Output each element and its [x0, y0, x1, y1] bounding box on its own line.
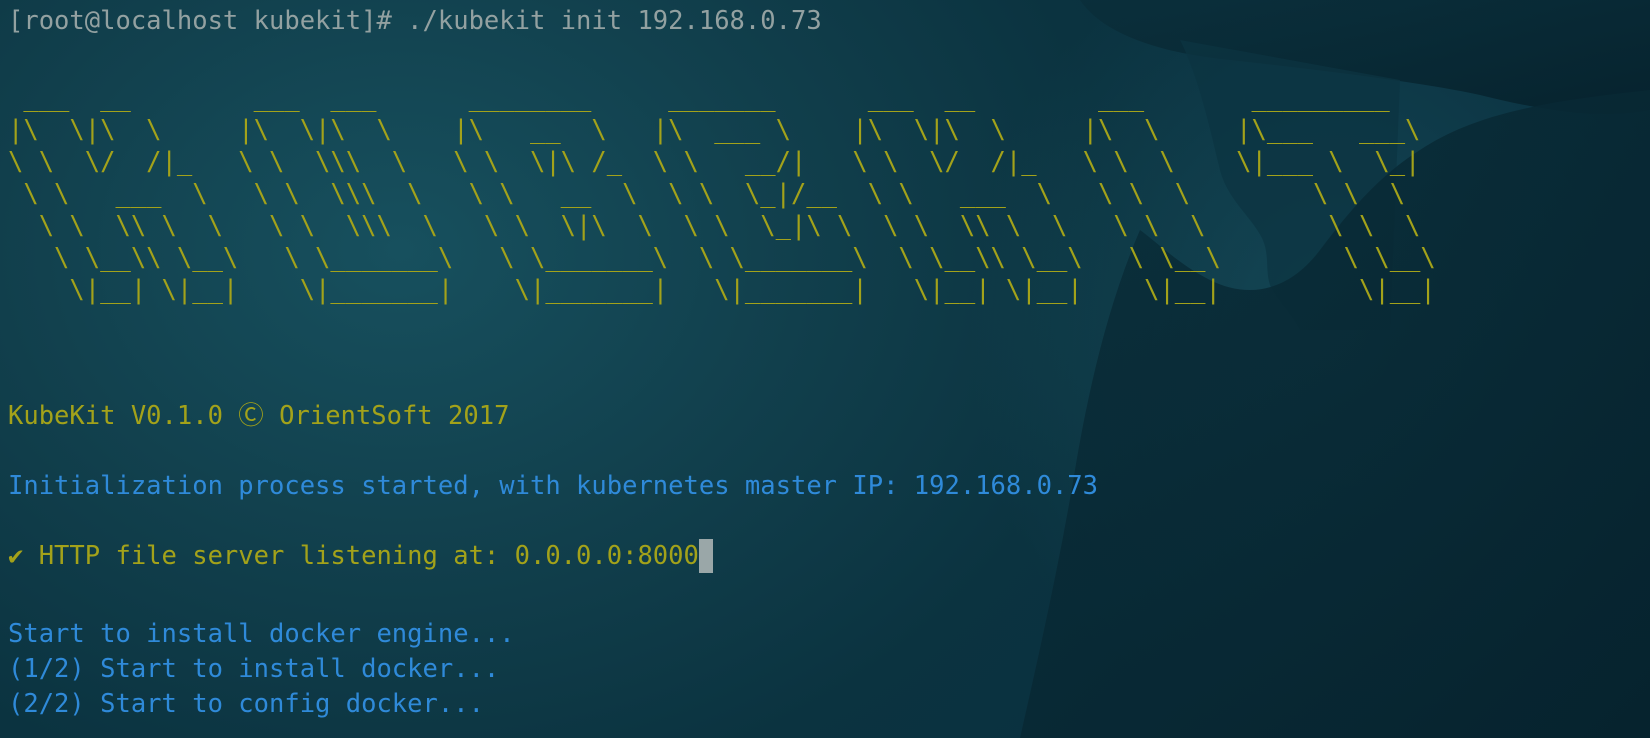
server-status-line: ✔ HTTP file server listening at: 0.0.0.0…: [8, 539, 713, 573]
banner-line: |\ \|\ \ |\ \|\ \ |\ __ \ |\ ___ \ |\ \|…: [8, 115, 1421, 145]
banner-line: \ \ \/ /|_ \ \ \\\ \ \ \ \|\ /_ \ \ __/|…: [8, 147, 1421, 177]
text-cursor: [698, 539, 713, 573]
init-message-line: Initialization process started, with kub…: [8, 471, 1099, 501]
banner-line: \|__| \|__| \|_______| \|_______| \|____…: [8, 275, 1436, 305]
docker-install-line: Start to install docker engine...: [8, 619, 515, 649]
copyright-line: KubeKit V0.1.0 Ⓒ OrientSoft 2017: [8, 401, 510, 431]
server-status-text: ✔ HTTP file server listening at: 0.0.0.0…: [8, 541, 699, 571]
banner-line: ___ __ ___ ___ ________ _______ ___ __ _…: [8, 83, 1390, 113]
banner-line: \ \__\\ \__\ \ \_______\ \ \_______\ \ \…: [8, 243, 1436, 273]
docker-step-2-line: (2/2) Start to config docker...: [8, 689, 484, 719]
command-prompt-line: [root@localhost kubekit]# ./kubekit init…: [8, 6, 822, 36]
banner-line: \ \ \\ \ \ \ \ \\\ \ \ \ \|\ \ \ \ \_|\ …: [8, 211, 1421, 241]
banner-line: \ \ ___ \ \ \ \\\ \ \ \ __ \ \ \ \_|/__ …: [8, 179, 1406, 209]
docker-step-1-line: (1/2) Start to install docker...: [8, 654, 500, 684]
terminal-window[interactable]: [root@localhost kubekit]# ./kubekit init…: [0, 0, 1650, 738]
kubekit-ascii-banner: ___ __ ___ ___ ________ _______ ___ __ _…: [8, 82, 1436, 306]
